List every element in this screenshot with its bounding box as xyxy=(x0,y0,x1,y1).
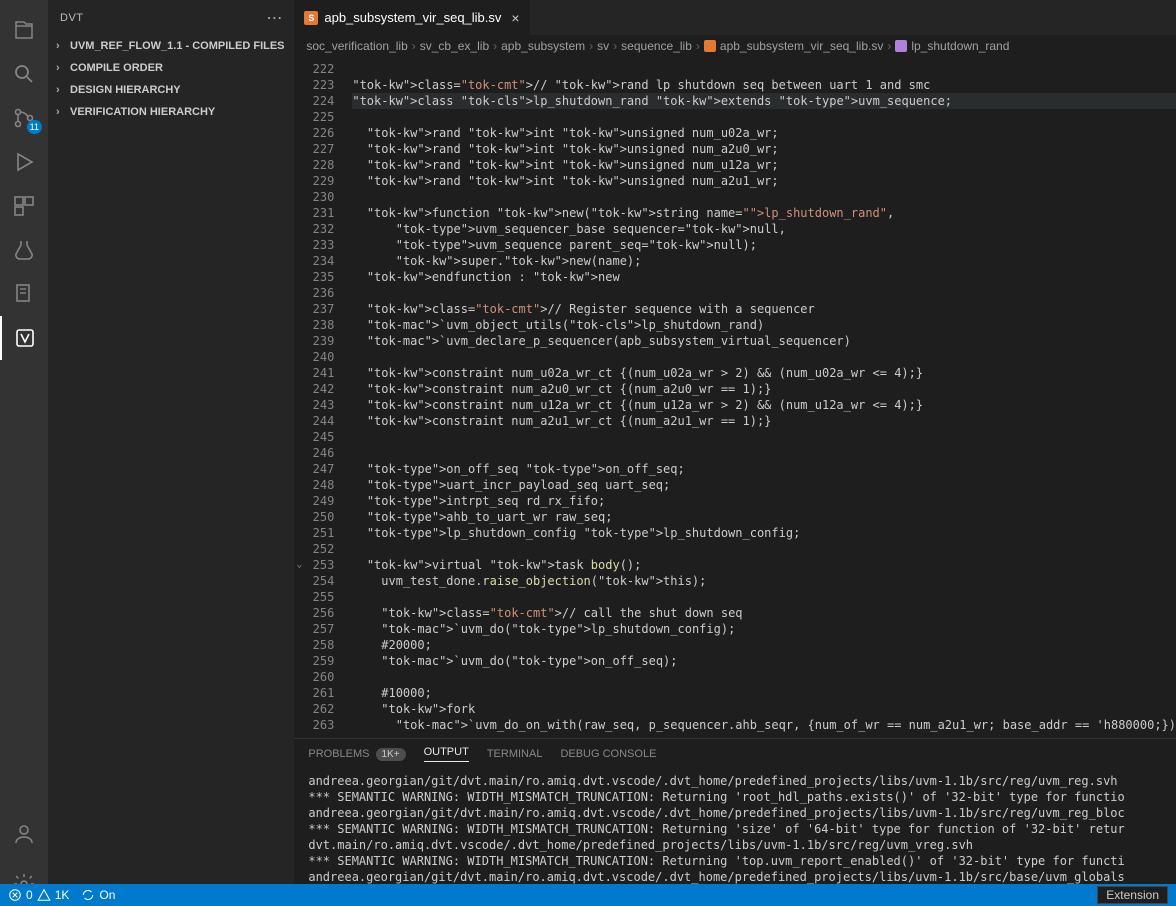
status-sync[interactable]: On xyxy=(81,888,115,902)
references-icon[interactable] xyxy=(0,272,48,316)
tab-debug-console[interactable]: DEBUG CONSOLE xyxy=(560,748,656,760)
sidebar-section[interactable]: ›DESIGN HIERARCHY xyxy=(48,79,294,101)
status-bar: 0 1K On Extension xyxy=(0,884,1176,906)
breadcrumb-item[interactable]: apb_subsystem_vir_seq_lib.sv xyxy=(720,39,883,53)
tab-filename: apb_subsystem_vir_seq_lib.sv xyxy=(324,10,501,25)
breadcrumb-item[interactable]: apb_subsystem xyxy=(501,39,585,53)
panel-tabs: PROBLEMS 1K+ OUTPUT TERMINAL DEBUG CONSO… xyxy=(294,739,1176,769)
editor-tab[interactable]: S apb_subsystem_vir_seq_lib.sv × xyxy=(294,0,530,35)
testing-icon[interactable] xyxy=(0,228,48,272)
tab-bar: S apb_subsystem_vir_seq_lib.sv × xyxy=(294,0,1176,35)
sv-file-icon: S xyxy=(304,11,318,25)
source-control-icon[interactable]: 11 xyxy=(0,96,48,140)
tab-output[interactable]: OUTPUT xyxy=(424,746,469,762)
sidebar-title: DVT xyxy=(60,12,266,24)
search-icon[interactable] xyxy=(0,52,48,96)
code-area[interactable]: "tok-kw">class="tok-cmt">// "tok-kw">ran… xyxy=(352,57,1176,738)
accounts-icon[interactable] xyxy=(0,812,48,856)
run-debug-icon[interactable] xyxy=(0,140,48,184)
tab-terminal[interactable]: TERMINAL xyxy=(487,748,543,760)
breadcrumb-item[interactable]: sequence_lib xyxy=(621,39,692,53)
status-extension[interactable]: Extension xyxy=(1097,886,1168,904)
close-icon[interactable]: × xyxy=(511,10,519,26)
main-area: S apb_subsystem_vir_seq_lib.sv × soc_ver… xyxy=(294,0,1176,906)
extensions-icon[interactable] xyxy=(0,184,48,228)
gutter: 2222232242252262272282292302312322332342… xyxy=(294,57,352,738)
sidebar-section[interactable]: ›VERIFICATION HIERARCHY xyxy=(48,101,294,123)
status-errors[interactable]: 0 1K xyxy=(8,888,69,902)
sidebar-section[interactable]: ›UVM_REF_FLOW_1.1 - COMPILED FILES xyxy=(48,35,294,57)
more-actions-icon[interactable]: ⋯ xyxy=(266,8,282,28)
scm-badge: 11 xyxy=(27,120,42,134)
breadcrumbs[interactable]: soc_verification_lib› sv_cb_ex_lib› apb_… xyxy=(294,35,1176,57)
sidebar: DVT ⋯ ›UVM_REF_FLOW_1.1 - COMPILED FILES… xyxy=(48,0,294,906)
editor[interactable]: 2222232242252262272282292302312322332342… xyxy=(294,57,1176,738)
problems-badge: 1K+ xyxy=(376,748,406,761)
sidebar-section[interactable]: ›COMPILE ORDER xyxy=(48,57,294,79)
bottom-panel: PROBLEMS 1K+ OUTPUT TERMINAL DEBUG CONSO… xyxy=(294,738,1176,906)
sidebar-header: DVT ⋯ xyxy=(48,0,294,35)
activity-bar: 11 1 xyxy=(0,0,48,906)
breadcrumb-item[interactable]: lp_shutdown_rand xyxy=(911,39,1009,53)
tab-problems[interactable]: PROBLEMS 1K+ xyxy=(308,748,405,761)
explorer-icon[interactable] xyxy=(0,8,48,52)
breadcrumb-item[interactable]: soc_verification_lib xyxy=(306,39,407,53)
breadcrumb-item[interactable]: sv_cb_ex_lib xyxy=(420,39,489,53)
breadcrumb-item[interactable]: sv xyxy=(597,39,609,53)
dvt-icon[interactable] xyxy=(0,316,48,360)
